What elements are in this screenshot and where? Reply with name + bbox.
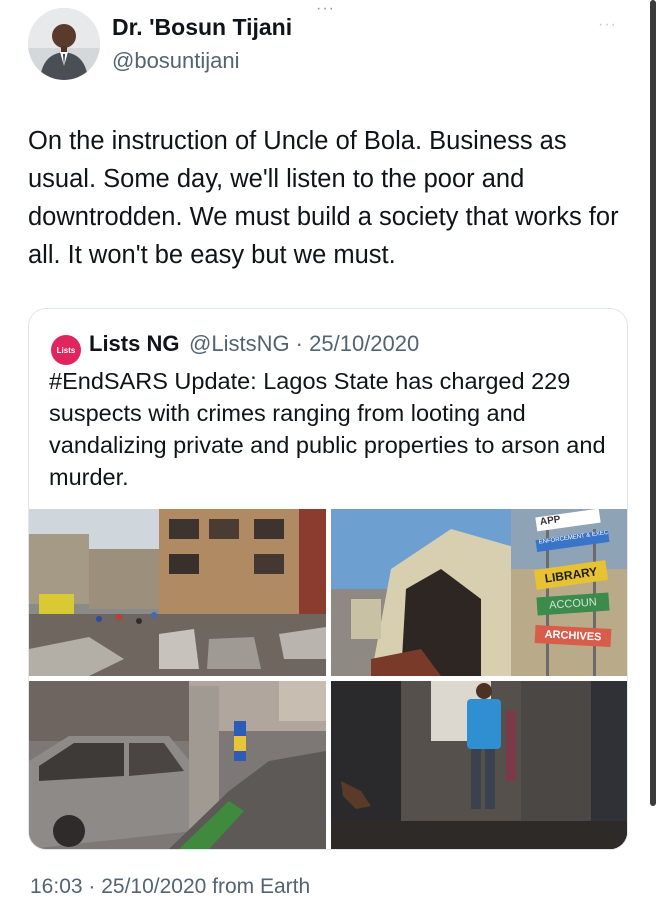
media-grid: APP ENFORCEMENT & EXECUTION LIBRARY ACCO… [29,509,627,849]
quoted-tweet-text: #EndSARS Update: Lagos State has charged… [49,368,606,490]
photo-burned-building[interactable]: APP ENFORCEMENT & EXECUTION LIBRARY ACCO… [331,509,627,676]
author-name[interactable]: Dr. 'Bosun Tijani [112,14,292,41]
photo-burned-interior[interactable] [331,681,627,849]
photo-burned-car[interactable] [29,681,326,849]
lists-ng-logo: Lists [51,335,81,365]
quoted-author-name: Lists NG [89,331,180,356]
more-icon[interactable]: ··· [316,0,335,18]
author-avatar[interactable] [28,8,100,80]
tweet-text: On the instruction of Uncle of Bola. Bus… [28,127,619,269]
quoted-handle-date: @ListsNG · 25/10/2020 [189,331,420,356]
photo-street-scene[interactable] [29,509,326,676]
tweet-timestamp[interactable]: 16:03 · 25/10/2020 from Earth [30,875,310,899]
author-handle[interactable]: @bosuntijani [112,48,240,74]
quoted-tweet-card[interactable]: Lists Lists NG @ListsNG · 25/10/2020 #En… [28,308,628,850]
more-options-icon[interactable]: ··· [598,16,617,34]
avatar-photo [28,8,100,80]
scrollbar[interactable] [650,0,656,806]
